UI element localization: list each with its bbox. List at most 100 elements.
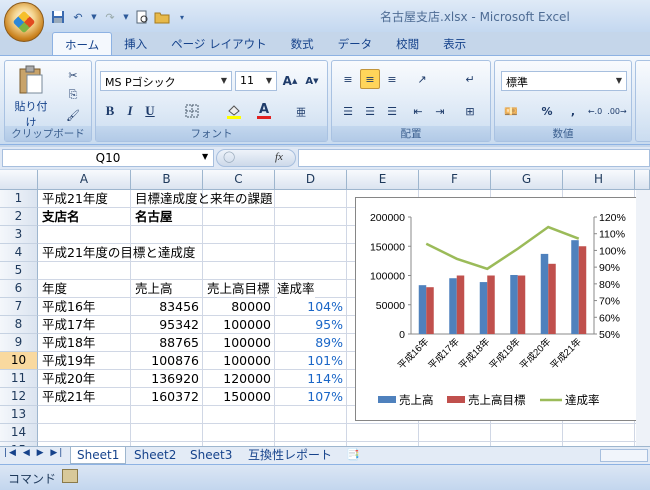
row-header-4[interactable]: 4 (0, 244, 38, 262)
row-header-10[interactable]: 10 (0, 352, 38, 370)
column-header-d[interactable]: D (275, 170, 347, 190)
borders-icon[interactable] (182, 101, 202, 121)
sheet-nav-icon[interactable]: |◀ ◀ ▶ ▶| (4, 448, 64, 458)
open-icon[interactable] (154, 9, 170, 25)
number-format-combo[interactable]: 標準 ▼ (501, 71, 627, 91)
cell-sales[interactable]: 83456 (131, 298, 199, 316)
font-name-combo[interactable]: MS Pゴシック ▼ (100, 71, 232, 91)
insert-sheet-icon[interactable]: 📑 (346, 448, 360, 461)
column-header-i[interactable] (635, 170, 650, 190)
cell-year[interactable]: 平成18年 (42, 334, 95, 352)
merge-center-icon[interactable]: ⊞ (460, 101, 480, 121)
office-button[interactable] (4, 2, 44, 42)
tab-review[interactable]: 校閲 (384, 32, 431, 56)
column-header-a[interactable]: A (38, 170, 131, 190)
shrink-font-icon[interactable]: A ▼ (302, 71, 322, 91)
wrap-text-icon[interactable]: ↵ (460, 69, 480, 89)
align-top-icon[interactable]: ≡ (338, 69, 358, 89)
cell-year[interactable]: 平成21年 (42, 388, 95, 406)
cell-sales[interactable]: 95342 (131, 316, 199, 334)
cell-d6[interactable]: 達成率 (277, 280, 315, 298)
bold-button[interactable]: B (100, 101, 120, 121)
sheet-tab-compat-report[interactable]: 互換性レポート (242, 447, 338, 464)
fill-color-icon[interactable] (224, 101, 244, 121)
tab-page-layout[interactable]: ページ レイアウト (159, 32, 278, 56)
sheet-tab-sheet1[interactable]: Sheet1 (70, 447, 127, 464)
cell-sales[interactable]: 136920 (131, 370, 199, 388)
tab-data[interactable]: データ (326, 32, 385, 56)
cell-target[interactable]: 100000 (203, 316, 271, 334)
chevron-down-icon[interactable]: ▼ (122, 9, 130, 25)
cell-year[interactable]: 平成20年 (42, 370, 95, 388)
comma-button[interactable]: , (563, 101, 583, 121)
row-header-2[interactable]: 2 (0, 208, 38, 226)
format-painter-icon[interactable]: 🖌 (63, 105, 83, 125)
undo-icon[interactable]: ↶ (70, 9, 86, 25)
font-size-combo[interactable]: 11 ▼ (235, 71, 277, 91)
paste-button[interactable]: 貼り付け (11, 65, 51, 129)
chevron-down-icon[interactable]: ▼ (202, 152, 208, 161)
align-bottom-icon[interactable]: ≡ (382, 69, 402, 89)
cell-rate[interactable]: 114% (275, 370, 343, 388)
cell-c6[interactable]: 売上高目標 (207, 280, 279, 298)
italic-button[interactable]: I (120, 101, 140, 121)
cell-year[interactable]: 平成16年 (42, 298, 95, 316)
cell-b1[interactable]: 目標達成度と来年の課題 (135, 190, 273, 208)
copy-icon[interactable]: ⎘ (63, 85, 83, 105)
cell-rate[interactable]: 107% (275, 388, 343, 406)
cell-year[interactable]: 平成17年 (42, 316, 95, 334)
cell-b2[interactable]: 名古屋 (135, 208, 173, 226)
cut-icon[interactable]: ✂ (63, 65, 83, 85)
cell-target[interactable]: 120000 (203, 370, 271, 388)
increase-indent-icon[interactable]: ⇥ (430, 101, 450, 121)
select-all-corner[interactable] (0, 170, 38, 190)
cell-a6[interactable]: 年度 (42, 280, 67, 298)
macro-record-icon[interactable] (62, 469, 78, 483)
row-header-12[interactable]: 12 (0, 388, 38, 406)
row-header-1[interactable]: 1 (0, 190, 38, 208)
row-header-13[interactable]: 13 (0, 406, 38, 424)
print-preview-icon[interactable] (134, 9, 150, 25)
cell-rate[interactable]: 101% (275, 352, 343, 370)
grow-font-icon[interactable]: A ▲ (280, 71, 300, 91)
row-header-9[interactable]: 9 (0, 334, 38, 352)
name-box[interactable]: Q10 (2, 149, 214, 167)
cell-sales[interactable]: 160372 (131, 388, 199, 406)
tab-formulas[interactable]: 数式 (279, 32, 326, 56)
decrease-indent-icon[interactable]: ⇤ (408, 101, 428, 121)
cell-target[interactable]: 100000 (203, 352, 271, 370)
row-header-3[interactable]: 3 (0, 226, 38, 244)
column-header-g[interactable]: G (491, 170, 563, 190)
row-header-7[interactable]: 7 (0, 298, 38, 316)
cell-a2[interactable]: 支店名 (42, 208, 80, 226)
sheet-tab-sheet3[interactable]: Sheet3 (184, 447, 238, 464)
combo-chart[interactable]: 200000 150000 100000 50000 0 120% 110% 100% 90% 8… (355, 197, 648, 421)
horizontal-scrollbar[interactable] (600, 449, 648, 462)
column-header-f[interactable]: F (419, 170, 491, 190)
row-header-14[interactable]: 14 (0, 424, 38, 442)
increase-decimal-icon[interactable]: ←.0 (585, 101, 605, 121)
row-header-5[interactable]: 5 (0, 262, 38, 280)
cell-year[interactable]: 平成19年 (42, 352, 95, 370)
redo-icon[interactable]: ↷ (102, 9, 118, 25)
sheet-tab-sheet2[interactable]: Sheet2 (128, 447, 182, 464)
align-center-icon[interactable]: ☰ (360, 101, 380, 121)
row-header-11[interactable]: 11 (0, 370, 38, 388)
cell-rate[interactable]: 89% (275, 334, 343, 352)
row-header-8[interactable]: 8 (0, 316, 38, 334)
insert-function-button[interactable]: fx (275, 151, 283, 163)
worksheet-grid[interactable]: A B C D E F G H 123456789101112131415 平成… (0, 170, 650, 446)
cell-a4[interactable]: 平成21年度の目標と達成度 (42, 244, 195, 262)
align-middle-icon[interactable]: ≡ (360, 69, 380, 89)
cell-target[interactable]: 80000 (203, 298, 271, 316)
percent-button[interactable]: % (537, 101, 557, 121)
tab-insert[interactable]: 挿入 (112, 32, 159, 56)
underline-button[interactable]: U (140, 101, 160, 121)
tab-home[interactable]: ホーム (52, 32, 113, 56)
chevron-down-icon[interactable]: ▼ (90, 9, 98, 25)
cell-rate[interactable]: 95% (275, 316, 343, 334)
align-left-icon[interactable]: ☰ (338, 101, 358, 121)
column-header-e[interactable]: E (347, 170, 419, 190)
cell-sales[interactable]: 100876 (131, 352, 199, 370)
cell-a1[interactable]: 平成21年度 (42, 190, 108, 208)
